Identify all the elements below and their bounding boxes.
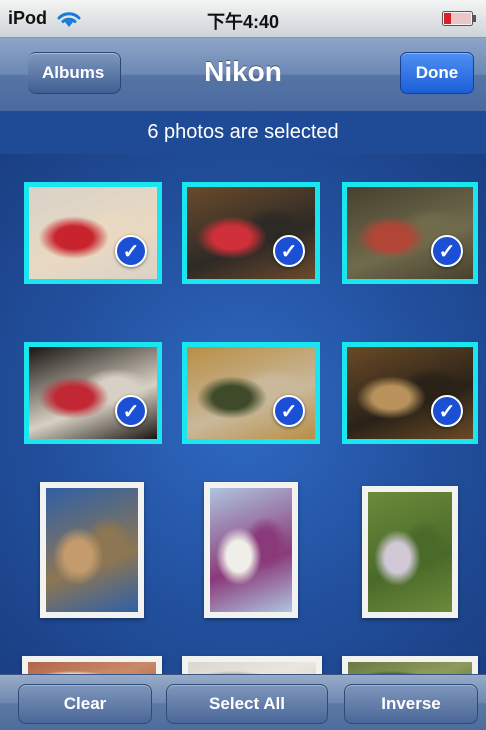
photo-image: [28, 662, 156, 674]
navigation-bar: Albums Nikon Done: [0, 38, 486, 112]
checkmark-icon: ✓: [115, 395, 147, 427]
select-all-button[interactable]: Select All: [166, 684, 328, 724]
done-button[interactable]: Done: [400, 52, 474, 94]
photo-thumbnail-selected[interactable]: ✓: [24, 342, 162, 444]
photo-grid: ✓ ✓ ✓ ✓ ✓ ✓: [0, 154, 486, 674]
inverse-button[interactable]: Inverse: [344, 684, 478, 724]
checkmark-icon: ✓: [273, 395, 305, 427]
photo-image: [210, 488, 292, 612]
photo-thumbnail[interactable]: [342, 656, 478, 674]
checkmark-icon: ✓: [431, 235, 463, 267]
photo-selection-screen: iPod 下午4:40 Albums Nikon Done 6 photos a…: [0, 0, 486, 730]
selection-count-banner: 6 photos are selected: [0, 112, 486, 154]
photo-image: [348, 662, 472, 674]
bottom-toolbar: Clear Select All Inverse: [0, 674, 486, 730]
photo-thumbnail-selected[interactable]: ✓: [24, 182, 162, 284]
clear-button[interactable]: Clear: [18, 684, 152, 724]
photo-thumbnail[interactable]: [362, 486, 458, 618]
photo-thumbnail[interactable]: [182, 656, 322, 674]
photo-thumbnail-selected[interactable]: ✓: [182, 342, 320, 444]
checkmark-icon: ✓: [115, 235, 147, 267]
photo-image: [46, 488, 138, 612]
checkmark-icon: ✓: [431, 395, 463, 427]
checkmark-icon: ✓: [273, 235, 305, 267]
photo-image: [368, 492, 452, 612]
status-bar: iPod 下午4:40: [0, 0, 486, 38]
photo-thumbnail[interactable]: [22, 656, 162, 674]
photo-thumbnail[interactable]: [40, 482, 144, 618]
photo-thumbnail[interactable]: [204, 482, 298, 618]
photo-thumbnail-selected[interactable]: ✓: [342, 342, 478, 444]
status-time: 下午4:40: [206, 12, 280, 32]
battery-icon: [442, 11, 476, 26]
photo-thumbnail-selected[interactable]: ✓: [182, 182, 320, 284]
photo-thumbnail-selected[interactable]: ✓: [342, 182, 478, 284]
photo-image: [188, 662, 316, 674]
